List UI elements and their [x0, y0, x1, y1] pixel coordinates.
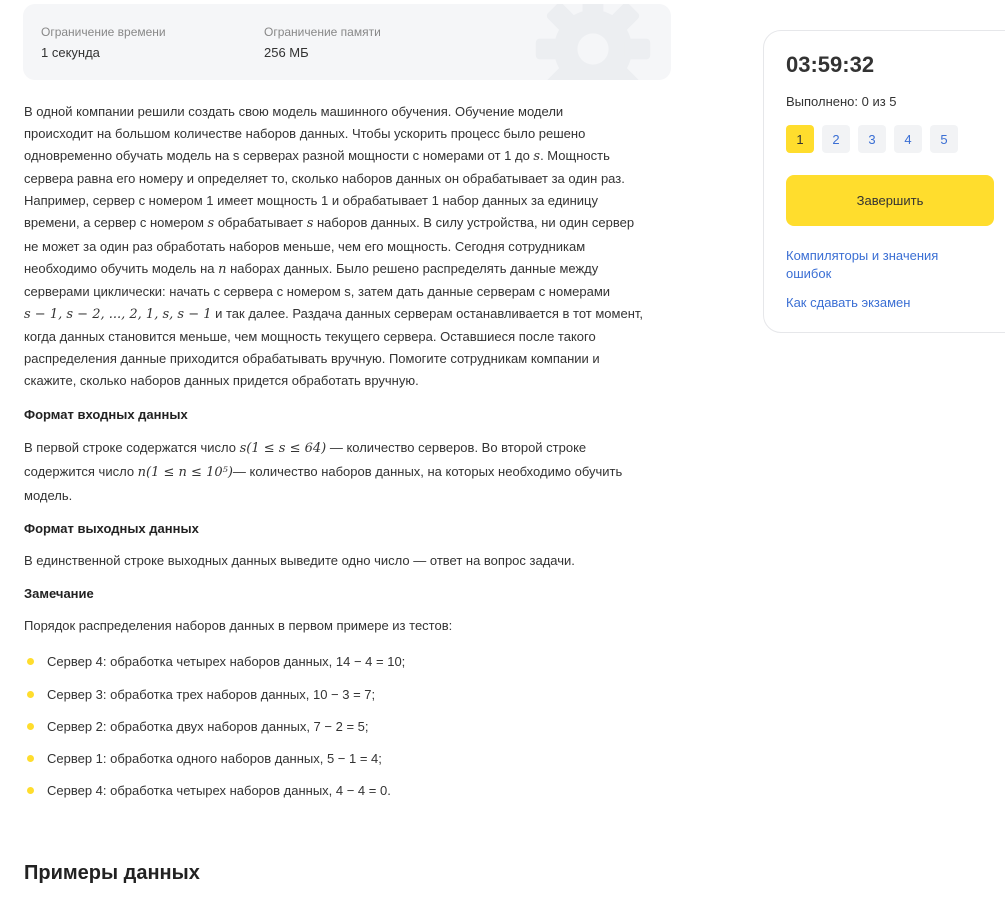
- time-limit-label: Ограничение времени: [41, 25, 166, 39]
- memory-limit-label: Ограничение памяти: [264, 25, 381, 39]
- task-button-2[interactable]: 2: [822, 125, 850, 153]
- note-text: Порядок распределения наборов данных в п…: [24, 618, 453, 634]
- task-button-4[interactable]: 4: [894, 125, 922, 153]
- note-list: Сервер 4: обработка четырех наборов данн…: [24, 651, 664, 812]
- problem-statement: В одной компании решили создать свою мод…: [24, 101, 664, 812]
- page: Ограничение времени 1 секунда Ограничени…: [0, 0, 1005, 900]
- memory-limit-value: 256 МБ: [264, 45, 309, 60]
- math-expression: n(1 ≤ n ≤ 10⁵): [137, 465, 233, 481]
- list-item: Сервер 3: обработка трех наборов данных,…: [24, 684, 664, 716]
- exam-sidebar: 03:59:32 Выполнено: 0 из 5 1 2 3 4 5 Зав…: [763, 30, 1005, 333]
- limits-card: Ограничение времени 1 секунда Ограничени…: [23, 4, 671, 80]
- math-expression: n: [218, 261, 227, 277]
- bullet-dot: [27, 722, 34, 730]
- bullet-dot: [27, 658, 34, 666]
- note-heading: Замечание: [24, 586, 94, 602]
- compilers-link[interactable]: Компиляторы и значения ошибок: [786, 247, 986, 283]
- task-button-3[interactable]: 3: [858, 125, 886, 153]
- list-item-text: Сервер 3: обработка трех наборов данных,…: [47, 686, 376, 702]
- list-item-text: Сервер 4: обработка четырех наборов данн…: [47, 654, 406, 670]
- gear-icon: [535, 4, 651, 80]
- exam-timer: 03:59:32: [786, 52, 875, 77]
- task-nav: 1 2 3 4 5: [786, 125, 958, 153]
- math-expression: s: [207, 216, 215, 232]
- statement-paragraph: В одной компании решили создать свою мод…: [24, 104, 643, 389]
- memory-limit: Ограничение памяти 256 МБ: [264, 25, 381, 60]
- math-expression: s: [533, 149, 541, 165]
- list-item-text: Сервер 4: обработка четырех наборов данн…: [47, 783, 391, 799]
- task-button-1[interactable]: 1: [786, 125, 814, 153]
- list-item-text: Сервер 2: обработка двух наборов данных,…: [47, 718, 369, 734]
- time-limit-value: 1 секунда: [41, 45, 100, 60]
- bullet-dot: [27, 690, 34, 698]
- math-expression: s − 1, s − 2, ..., 2, 1, s, s − 1: [24, 306, 212, 322]
- math-expression: s(1 ≤ s ≤ 64): [239, 441, 327, 457]
- list-item: Сервер 2: обработка двух наборов данных,…: [24, 716, 664, 748]
- math-expression: s: [306, 216, 314, 232]
- progress-text: Выполнено: 0 из 5: [786, 94, 897, 109]
- list-item: Сервер 4: обработка четырех наборов данн…: [24, 651, 664, 683]
- list-item-text: Сервер 1: обработка одного наборов данны…: [47, 750, 382, 766]
- list-item: Сервер 4: обработка четырех наборов данн…: [24, 780, 664, 812]
- bullet-dot: [27, 754, 34, 762]
- input-format-text: В первой строке содержатся число s(1 ≤ s…: [24, 440, 623, 504]
- finish-button[interactable]: Завершить: [786, 175, 994, 226]
- task-button-5[interactable]: 5: [930, 125, 958, 153]
- output-format-text: В единственной строке выходных данных вы…: [24, 553, 575, 569]
- exam-help-link[interactable]: Как сдавать экзамен: [786, 294, 986, 312]
- bullet-dot: [27, 787, 34, 795]
- list-item: Сервер 1: обработка одного наборов данны…: [24, 748, 664, 780]
- output-format-heading: Формат выходных данных: [24, 521, 199, 537]
- examples-title: Примеры данных: [24, 862, 200, 884]
- time-limit: Ограничение времени 1 секунда: [41, 25, 166, 60]
- input-format-heading: Формат входных данных: [24, 407, 188, 423]
